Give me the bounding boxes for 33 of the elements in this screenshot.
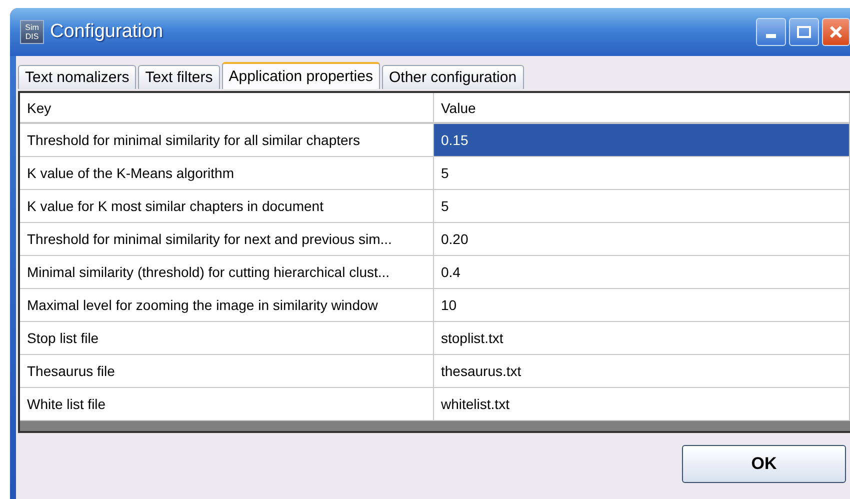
value-cell[interactable]: 10 <box>434 289 850 322</box>
maximize-button[interactable] <box>789 18 819 46</box>
app-logo: Sim DIS <box>20 20 44 44</box>
key-cell: K value of the K-Means algorithm <box>20 157 434 190</box>
key-cell: Thesaurus file <box>20 355 434 388</box>
key-cell: Stop list file <box>20 322 434 355</box>
value-cell[interactable]: 0.15 <box>434 124 850 157</box>
value-cell[interactable]: 0.4 <box>434 256 850 289</box>
key-cell: Threshold for minimal similarity for next and previous sim... <box>20 223 434 256</box>
tab[interactable]: Other configuration <box>382 65 524 89</box>
key-cell: White list file <box>20 388 434 421</box>
value-cell[interactable]: 0.20 <box>434 223 850 256</box>
value-cell[interactable]: stoplist.txt <box>434 322 850 355</box>
value-cell[interactable]: 5 <box>434 190 850 223</box>
column-header[interactable]: Key <box>20 93 434 123</box>
close-button[interactable] <box>822 18 850 46</box>
minimize-icon <box>766 34 776 38</box>
value-cell[interactable]: whitelist.txt <box>434 388 850 421</box>
tab[interactable]: Application properties <box>222 62 380 89</box>
value-cell[interactable]: 5 <box>434 157 850 190</box>
key-cell: K value for K most similar chapters in document <box>20 190 434 223</box>
maximize-icon <box>797 26 811 38</box>
close-icon <box>829 25 843 39</box>
tab[interactable]: Text nomalizers <box>18 65 136 89</box>
ok-button[interactable]: OK <box>682 445 846 483</box>
tab[interactable]: Text filters <box>138 65 220 89</box>
column-header[interactable]: Value <box>434 93 850 123</box>
key-cell: Threshold for minimal similarity for all similar chapters <box>20 124 434 157</box>
minimize-button[interactable] <box>756 18 786 46</box>
value-cell[interactable]: thesaurus.txt <box>434 355 850 388</box>
key-cell: Minimal similarity (threshold) for cutting hierarchical clust... <box>20 256 434 289</box>
window-title: Configuration <box>50 21 164 43</box>
key-cell: Maximal level for zooming the image in similarity window <box>20 289 434 322</box>
